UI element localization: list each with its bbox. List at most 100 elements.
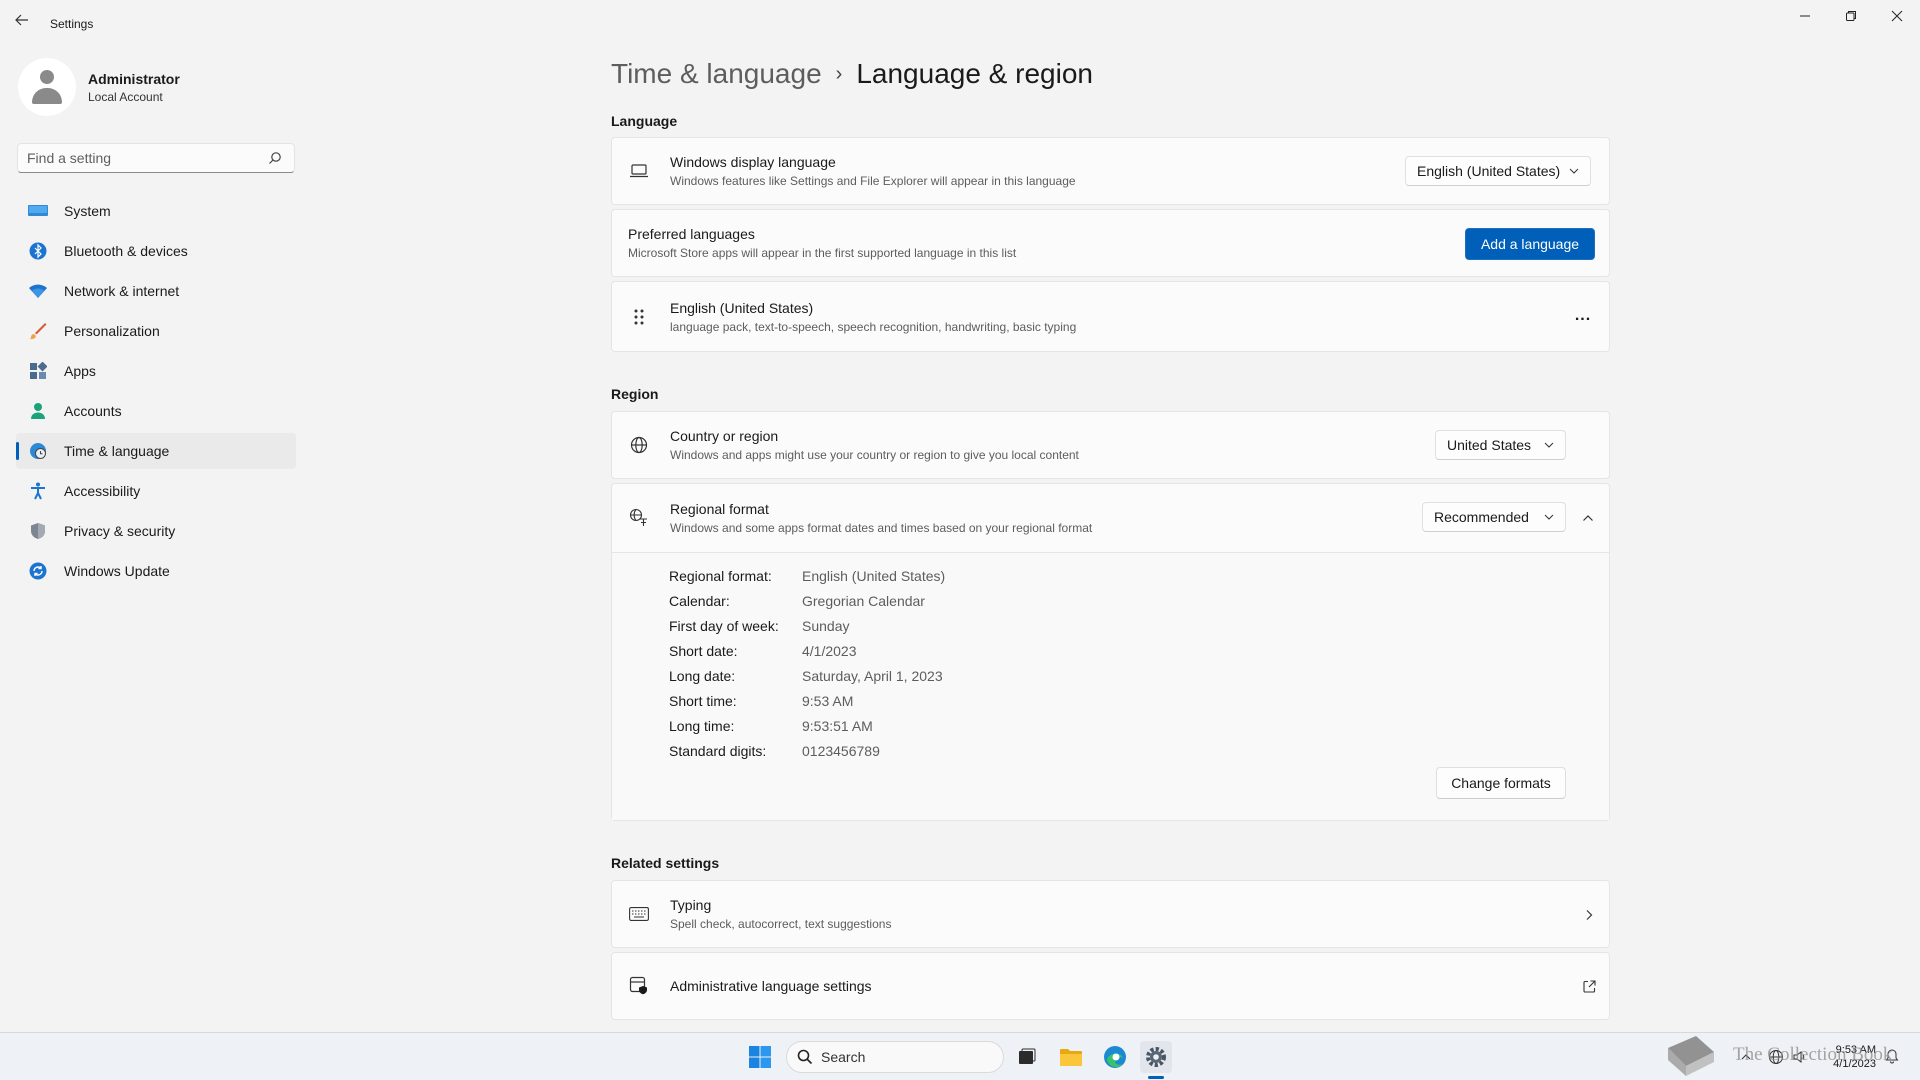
related-settings-heading: Related settings [611,855,720,871]
sidebar-item-system[interactable]: System [16,193,296,229]
format-detail-row: Long date: Saturday, April 1, 2023 [669,667,943,684]
chevron-up-icon [1583,515,1593,521]
sidebar-item-time-language[interactable]: Time & language [16,433,296,469]
person-icon [28,401,48,421]
sidebar-item-personalization[interactable]: Personalization [16,313,296,349]
format-detail-row: Calendar: Gregorian Calendar [669,592,925,609]
language-section-heading: Language [611,113,678,129]
format-detail-row: Standard digits: 0123456789 [669,742,880,759]
display-language-title: Windows display language [670,154,836,170]
format-detail-row: Short time: 9:53 AM [669,692,854,709]
format-detail-row: Short date: 4/1/2023 [669,642,857,659]
restore-button[interactable] [1828,0,1874,32]
user-profile[interactable]: Administrator Local Account [18,58,180,116]
taskbar-search[interactable]: Search [786,1041,1004,1073]
sidebar-item-label: Accessibility [64,483,141,499]
regional-format-icon [629,508,649,528]
admin-language-card[interactable]: Administrative language settings [611,952,1610,1020]
display-language-card: Windows display language Windows feature… [611,137,1610,205]
sidebar-item-bluetooth[interactable]: Bluetooth & devices [16,233,296,269]
sidebar-nav: System Bluetooth & devices Network & int… [16,193,296,593]
account-type: Local Account [88,89,163,104]
sidebar-item-privacy[interactable]: Privacy & security [16,513,296,549]
minimize-icon [1800,15,1810,17]
settings-search-box[interactable] [17,143,295,173]
sidebar-item-label: Accounts [64,403,122,419]
task-view-icon [1019,1048,1036,1064]
preferred-languages-card: Preferred languages Microsoft Store apps… [611,209,1610,277]
collapse-button[interactable] [1576,506,1600,530]
change-formats-button[interactable]: Change formats [1436,767,1566,799]
search-icon[interactable] [268,151,282,165]
search-icon [797,1049,813,1065]
wifi-icon [28,281,48,301]
regional-format-title: Regional format [670,501,769,517]
monitor-icon [28,201,48,221]
taskbar: Search 9:53 AM 4/1/2023 [0,1032,1920,1080]
globe-clock-icon [28,441,48,461]
active-app-indicator [1148,1076,1164,1079]
user-name: Administrator [88,70,180,87]
installed-language-description: language pack, text-to-speech, speech re… [670,319,1077,334]
watermark-text: The Collection Book [1733,1044,1893,1065]
restore-icon [1846,11,1856,21]
sidebar-item-label: System [64,203,111,219]
close-icon [1891,10,1903,22]
format-detail-row: Regional format: English (United States) [669,567,946,584]
folder-icon [1060,1049,1082,1066]
task-view-button[interactable] [1011,1041,1043,1073]
edge-icon [1104,1046,1126,1068]
close-button[interactable] [1874,0,1920,32]
edge-browser-button[interactable] [1099,1041,1131,1073]
regional-format-card: Regional format Windows and some apps fo… [611,483,1610,821]
regional-format-dropdown[interactable]: Recommended [1422,502,1566,532]
breadcrumb-parent-link[interactable]: Time & language [611,58,822,90]
format-detail-row: First day of week: Sunday [669,617,850,634]
title-bar: Settings [0,0,1920,48]
bluetooth-icon [28,241,48,261]
country-region-description: Windows and apps might use your country … [670,448,1079,462]
chevron-down-icon [1544,442,1554,448]
start-button[interactable] [744,1041,776,1073]
shield-icon [28,521,48,541]
book-watermark-icon [1668,1036,1714,1076]
file-explorer-button[interactable] [1055,1041,1087,1073]
sidebar-item-label: Apps [64,363,96,379]
sidebar-item-label: Windows Update [64,563,170,579]
preferred-languages-description: Microsoft Store apps will appear in the … [628,246,1017,260]
breadcrumb: Time & language › Language & region [611,54,1093,94]
drag-handle-icon[interactable] [629,307,649,327]
regional-format-value: Recommended [1434,509,1529,525]
chevron-down-icon [1544,514,1554,520]
settings-app-button[interactable] [1140,1041,1172,1073]
sidebar-item-label: Personalization [64,323,160,339]
sidebar-item-accessibility[interactable]: Accessibility [16,473,296,509]
admin-language-icon [629,976,649,996]
regional-format-header[interactable]: Regional format Windows and some apps fo… [612,484,1609,552]
more-options-button[interactable]: ... [1569,302,1597,330]
typing-card[interactable]: Typing Spell check, autocorrect, text su… [611,880,1610,948]
gear-icon [1146,1047,1166,1067]
preferred-languages-title: Preferred languages [628,226,755,242]
add-language-button[interactable]: Add a language [1465,228,1595,260]
installed-language-title: English (United States) [670,299,814,316]
country-region-dropdown[interactable]: United States [1435,430,1566,460]
sidebar-item-network[interactable]: Network & internet [16,273,296,309]
sidebar-item-accounts[interactable]: Accounts [16,393,296,429]
display-language-dropdown[interactable]: English (United States) [1405,156,1591,186]
keyboard-icon [629,904,649,924]
back-arrow-icon[interactable] [14,12,34,36]
minimize-button[interactable] [1782,0,1828,32]
sidebar-item-windows-update[interactable]: Windows Update [16,553,296,589]
country-region-card: Country or region Windows and apps might… [611,411,1610,479]
sidebar-item-label: Network & internet [64,283,180,299]
regional-format-details: Regional format: English (United States)… [612,553,1609,820]
search-input[interactable] [18,144,258,172]
globe-icon [629,435,649,455]
taskbar-search-label: Search [821,1049,866,1065]
region-section-heading: Region [611,386,659,402]
laptop-icon [629,161,649,181]
installed-language-card[interactable]: English (United States) language pack, t… [611,281,1610,352]
page-title: Language & region [856,58,1093,89]
sidebar-item-apps[interactable]: Apps [16,353,296,389]
